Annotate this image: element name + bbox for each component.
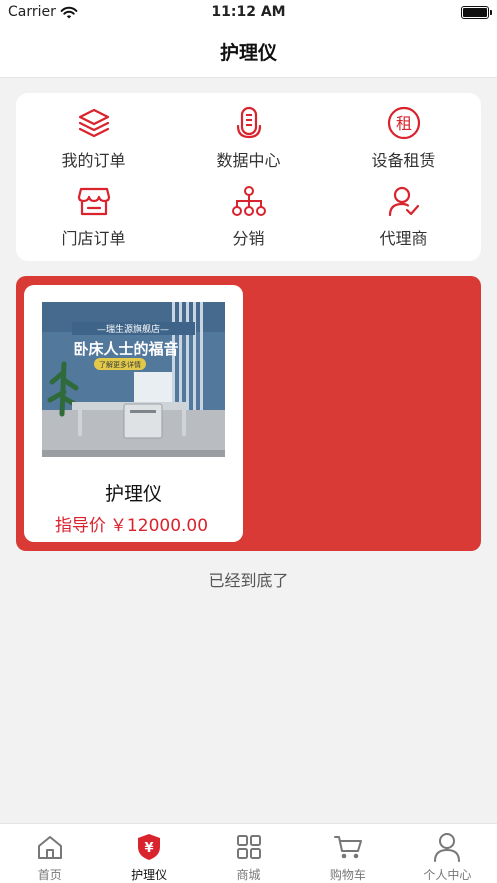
product-panel: —瑞生源旗舰店— 卧床人士的福音 了解更多详情 护理仪 指导价 ￥12000.00 xyxy=(16,276,481,551)
tab-care-device[interactable]: ¥ 护理仪 xyxy=(99,824,198,883)
store-icon xyxy=(76,183,112,219)
product-card[interactable]: —瑞生源旗舰店— 卧床人士的福音 了解更多详情 护理仪 指导价 ￥12000.00 xyxy=(24,285,243,542)
tab-label: 个人中心 xyxy=(423,868,472,882)
menu-item-label: 数据中心 xyxy=(216,151,281,170)
menu-item-distribution[interactable]: 分销 xyxy=(171,183,326,261)
menu-item-label: 我的订单 xyxy=(61,151,126,170)
tab-label: 购物车 xyxy=(329,868,366,882)
menu-item-label: 代理商 xyxy=(379,229,428,248)
rent-icon: 租 xyxy=(386,105,422,141)
price-value: ￥12000.00 xyxy=(109,516,209,536)
menu-item-label: 分销 xyxy=(232,229,265,248)
menu-item-my-orders[interactable]: 我的订单 xyxy=(16,105,171,183)
tab-home[interactable]: 首页 xyxy=(0,824,99,883)
battery-icon xyxy=(461,6,492,19)
menu-item-data-center[interactable]: 数据中心 xyxy=(171,105,326,183)
menu-item-agent[interactable]: 代理商 xyxy=(326,183,481,261)
tab-cart[interactable]: 购物车 xyxy=(298,824,397,883)
price-prefix: 指导价 xyxy=(54,516,106,536)
function-menu-card: 我的订单 数据中心 租 设备租赁 门店订单 分销 代理商 xyxy=(16,93,481,261)
home-icon xyxy=(35,832,65,862)
microphone-icon xyxy=(231,105,267,141)
menu-item-equipment-rental[interactable]: 租 设备租赁 xyxy=(326,105,481,183)
cart-icon xyxy=(333,832,363,862)
grid-icon xyxy=(234,832,264,862)
status-time: 11:12 AM xyxy=(211,4,286,20)
agent-user-icon xyxy=(386,183,422,219)
product-image-banner: —瑞生源旗舰店— xyxy=(97,323,169,335)
menu-item-label: 设备租赁 xyxy=(371,151,436,170)
layers-icon xyxy=(76,105,112,141)
tab-label: 商城 xyxy=(236,868,261,882)
end-of-list-text: 已经到底了 xyxy=(208,571,289,590)
product-name: 护理仪 xyxy=(104,483,162,505)
product-image: —瑞生源旗舰店— 卧床人士的福音 了解更多详情 xyxy=(42,302,225,457)
tab-label: 护理仪 xyxy=(131,868,168,882)
product-image-headline: 卧床人士的福音 xyxy=(73,340,178,358)
product-price: 指导价 ￥12000.00 xyxy=(24,511,243,536)
page-title: 护理仪 xyxy=(219,42,277,64)
function-menu-grid: 我的订单 数据中心 租 设备租赁 门店订单 分销 代理商 xyxy=(16,93,481,261)
status-bar: Carrier 11:12 AM xyxy=(0,0,497,26)
tab-mall[interactable]: 商城 xyxy=(199,824,298,883)
product-image-badge: 了解更多详情 xyxy=(99,360,141,369)
svg-text:租: 租 xyxy=(395,114,411,133)
navigation-bar: 护理仪 xyxy=(0,26,497,78)
tab-label: 首页 xyxy=(37,868,62,882)
tab-bar: 首页 ¥ 护理仪 商城 购物车 个人中心 xyxy=(0,823,497,883)
shield-yen-icon: ¥ xyxy=(134,832,164,862)
svg-text:¥: ¥ xyxy=(145,841,154,856)
menu-item-label: 门店订单 xyxy=(61,229,126,248)
menu-item-store-orders[interactable]: 门店订单 xyxy=(16,183,171,261)
network-icon xyxy=(231,183,267,219)
user-icon xyxy=(432,832,462,862)
tab-profile[interactable]: 个人中心 xyxy=(398,824,497,883)
